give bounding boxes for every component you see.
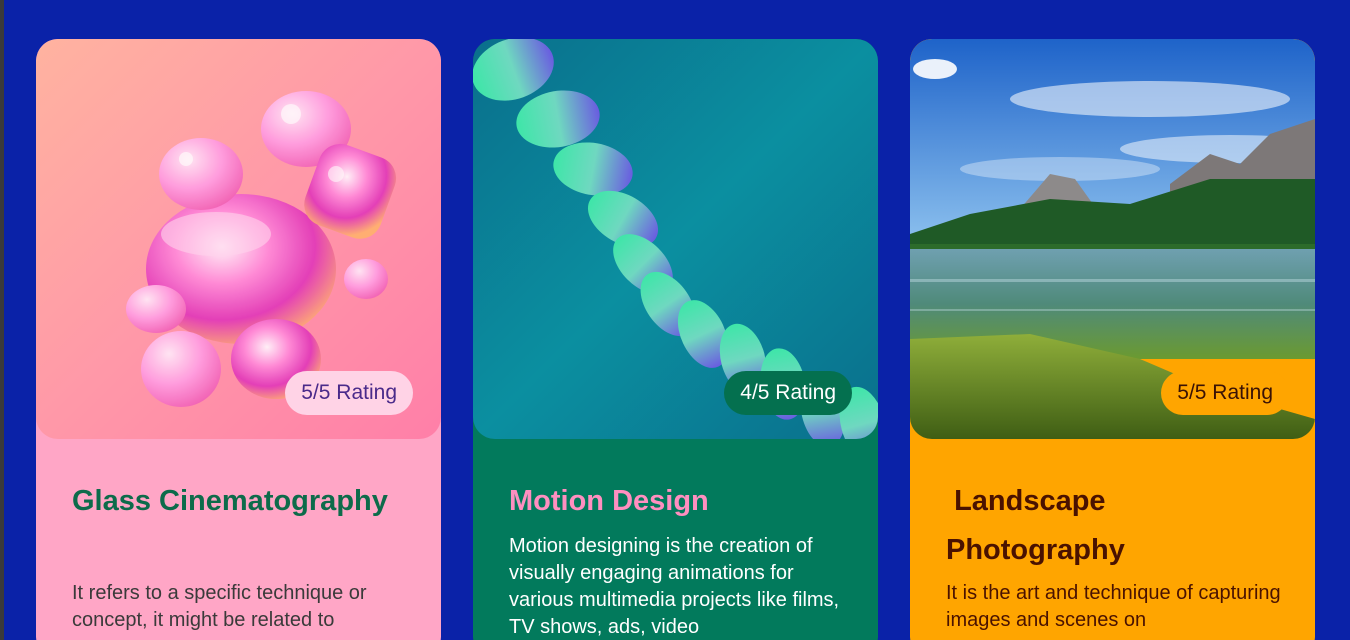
card-title: Landscape Photography bbox=[946, 485, 1125, 566]
card-title: Glass Cinematography bbox=[72, 485, 388, 517]
card-description: Motion designing is the creation of visu… bbox=[509, 535, 840, 638]
card-glass-cinematography[interactable]: 5/5 Rating Glass Cinematography It refer… bbox=[36, 39, 441, 640]
card-title: Motion Design bbox=[509, 485, 709, 517]
rating-badge: 5/5 Rating bbox=[285, 371, 413, 415]
card-motion-design[interactable]: 4/5 Rating Motion Design Motion designin… bbox=[473, 39, 878, 640]
card-description: It is the art and technique of capturing… bbox=[946, 582, 1281, 631]
card-landscape-photography[interactable]: 5/5 Rating Landscape Photography It is t… bbox=[910, 39, 1315, 640]
card-description: It refers to a specific technique or con… bbox=[72, 582, 367, 631]
rating-badge: 5/5 Rating bbox=[1161, 371, 1289, 415]
card-grid: 5/5 Rating Glass Cinematography It refer… bbox=[36, 39, 1326, 640]
rating-badge: 4/5 Rating bbox=[724, 371, 852, 415]
